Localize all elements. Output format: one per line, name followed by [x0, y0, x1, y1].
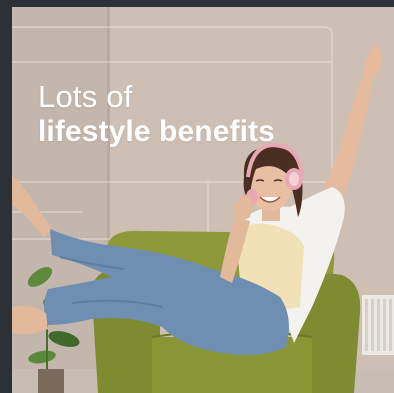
headline-line-1: Lots of — [38, 79, 133, 114]
headline-line-2: lifestyle benefits — [38, 114, 275, 148]
promo-card: Lots of lifestyle benefits — [0, 0, 394, 393]
headline: Lots of lifestyle benefits — [38, 79, 275, 149]
photo-illustration — [12, 7, 394, 393]
lifestyle-photo: Lots of lifestyle benefits — [12, 7, 394, 393]
radiator — [362, 295, 394, 355]
